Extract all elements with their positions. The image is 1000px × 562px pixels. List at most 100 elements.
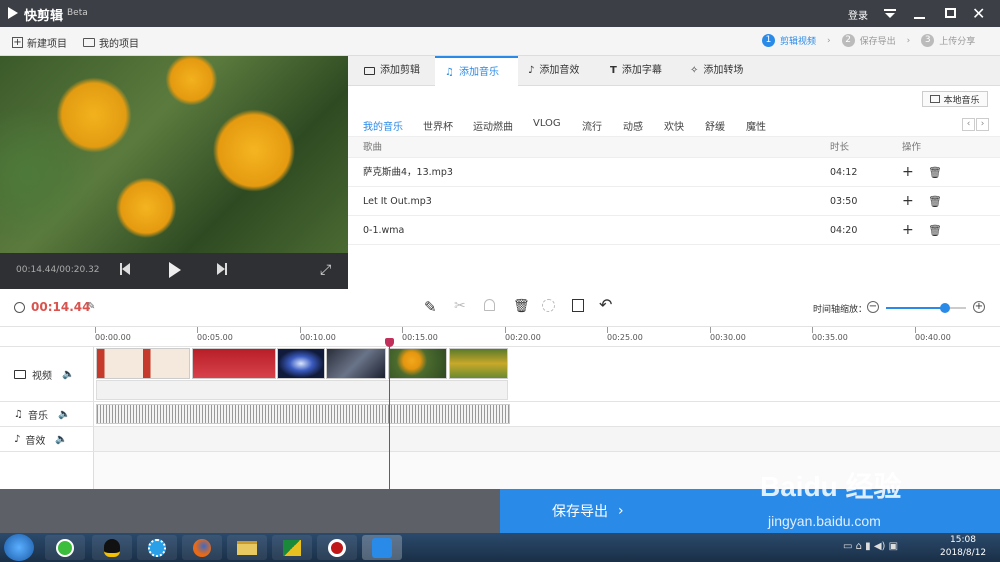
ruler-tick: 00:35.00	[812, 333, 848, 342]
category-prev-icon[interactable]: ‹	[962, 118, 975, 131]
taskbar-app-icon[interactable]	[272, 535, 312, 560]
text-icon: T	[610, 65, 617, 76]
tab-label: 添加剪辑	[380, 65, 420, 76]
category-sports[interactable]: 运动燃曲	[473, 118, 513, 133]
video-clip[interactable]	[277, 348, 325, 379]
edit-toolbar: 00:14.44 ✎ ✎ ✂ 🗑 ↶ 时间轴缩放： − +	[0, 289, 1000, 327]
taskbar-qq-icon[interactable]	[92, 535, 132, 560]
taskbar-explorer-icon[interactable]	[227, 535, 267, 560]
clip-audio-strip	[96, 380, 508, 400]
timeline-ruler[interactable]: 00:00.00 00:05.00 00:10.00 00:15.00 00:2…	[0, 327, 1000, 347]
taskbar-date: 2018/8/12	[940, 548, 987, 558]
new-project-button[interactable]: + 新建项目	[12, 35, 67, 50]
next-frame-icon[interactable]	[217, 263, 228, 275]
tab-label: 添加音乐	[458, 66, 499, 78]
zoom-out-icon[interactable]: −	[867, 301, 879, 313]
video-frame	[0, 56, 348, 253]
login-link[interactable]: 登录	[848, 7, 868, 22]
category-dynamic[interactable]: 动感	[623, 118, 643, 133]
video-track	[94, 347, 1000, 402]
category-next-icon[interactable]: ›	[976, 118, 989, 131]
close-icon[interactable]: ✕	[972, 4, 985, 23]
step-1-badge: 1	[762, 34, 775, 47]
video-clip[interactable]	[326, 348, 386, 379]
tab-add-clip[interactable]: 添加剪辑	[354, 56, 430, 86]
fullscreen-icon[interactable]: ⤢	[320, 262, 331, 278]
app-logo-icon	[8, 7, 18, 19]
category-quirky[interactable]: 魔性	[746, 118, 766, 133]
add-icon[interactable]: +	[902, 187, 914, 216]
tab-add-transition[interactable]: ✧ 添加转场	[680, 56, 753, 86]
maximize-icon[interactable]	[945, 8, 956, 18]
tab-add-subtitle[interactable]: T 添加字幕	[600, 56, 672, 86]
video-clip[interactable]	[96, 348, 190, 379]
ruler-tick: 00:25.00	[607, 333, 643, 342]
table-row[interactable]: 萨克斯曲4，13.mp3 04:12 + 🗑	[348, 158, 1000, 187]
trash-icon[interactable]: 🗑	[513, 299, 530, 314]
playhead[interactable]	[385, 338, 394, 489]
beta-badge: Beta	[67, 8, 88, 18]
zoom-slider-thumb[interactable]	[940, 303, 950, 313]
track-headers: 视频 🔈 ♫ 音乐 🔈 ♪ 音效 🔈	[0, 347, 94, 489]
scissors-icon[interactable]: ✂	[454, 298, 466, 314]
add-icon[interactable]: +	[902, 216, 914, 245]
ruler-tick: 00:05.00	[197, 333, 233, 342]
taskbar-media-icon[interactable]	[137, 535, 177, 560]
minimize-icon[interactable]	[914, 17, 925, 19]
step-2-label: 保存导出	[859, 37, 896, 47]
tab-add-music[interactable]: ♫ 添加音乐	[435, 56, 518, 87]
zoom-slider[interactable]	[886, 303, 966, 313]
menu-dropdown-icon[interactable]	[884, 9, 896, 18]
my-projects-button[interactable]: 我的项目	[83, 35, 139, 50]
step-3-badge: 3	[921, 34, 935, 47]
video-clip[interactable]	[388, 348, 447, 379]
local-music-button[interactable]: 本地音乐	[922, 91, 988, 107]
tab-add-sound-effect[interactable]: ♪ 添加音效	[518, 56, 589, 86]
taskbar-record-icon[interactable]	[317, 535, 357, 560]
speaker-icon[interactable]: 🔈	[55, 434, 67, 445]
delete-icon[interactable]: 🗑	[928, 216, 942, 245]
app-title: 快剪辑	[24, 9, 64, 24]
start-button[interactable]	[4, 534, 34, 561]
taskbar-360-browser-icon[interactable]	[45, 535, 85, 560]
folder-icon	[83, 38, 95, 47]
zoom-label: 时间轴缩放：	[813, 305, 868, 315]
tray-icons[interactable]: ▭ ⌂ ▮ ◀) ▣	[843, 541, 898, 552]
taskbar-kuaijianji-icon[interactable]	[362, 535, 402, 560]
bell-icon[interactable]	[484, 299, 495, 311]
speaker-icon[interactable]: 🔈	[62, 369, 74, 380]
category-soothing[interactable]: 舒缓	[705, 118, 725, 133]
playhead-handle[interactable]	[385, 338, 394, 347]
sfx-track-header: ♪ 音效 🔈	[0, 427, 94, 452]
edit-time-icon[interactable]: ✎	[87, 301, 95, 312]
delete-icon[interactable]: 🗑	[928, 158, 942, 187]
category-vlog[interactable]: VLOG	[533, 118, 561, 129]
previous-frame-icon[interactable]	[120, 263, 131, 275]
delete-icon[interactable]: 🗑	[928, 187, 942, 216]
zoom-in-icon[interactable]: +	[973, 301, 985, 313]
video-clip[interactable]	[192, 348, 276, 379]
undo-icon[interactable]: ↶	[599, 295, 612, 314]
speaker-icon[interactable]: 🔈	[58, 409, 70, 420]
category-cheerful[interactable]: 欢快	[664, 118, 684, 133]
song-column-header: 歌曲	[363, 142, 383, 153]
taskbar-firefox-icon[interactable]	[182, 535, 222, 560]
category-my-music[interactable]: 我的音乐	[363, 118, 403, 133]
windows-taskbar: ▭ ⌂ ▮ ◀) ▣ 15:08 2018/8/12	[0, 533, 1000, 562]
video-clip[interactable]	[449, 348, 508, 379]
copy-icon[interactable]	[572, 299, 584, 312]
folder-music-icon	[930, 95, 941, 103]
step-2-badge: 2	[841, 34, 855, 47]
ruler-tick: 00:10.00	[300, 333, 336, 342]
category-pop[interactable]: 流行	[582, 118, 602, 133]
watermark-url: jingyan.baidu.com	[768, 513, 881, 529]
play-icon[interactable]	[169, 262, 181, 278]
add-icon[interactable]: +	[902, 158, 914, 187]
taskbar-time: 15:08	[950, 535, 976, 545]
category-world-cup[interactable]: 世界杯	[423, 118, 453, 133]
crop-icon[interactable]	[542, 299, 555, 312]
table-row[interactable]: Let It Out.mp3 03:50 + 🗑	[348, 187, 1000, 216]
table-row[interactable]: 0-1.wma 04:20 + 🗑	[348, 216, 1000, 245]
music-waveform-clip[interactable]	[96, 404, 510, 424]
pencil-icon[interactable]: ✎	[424, 298, 437, 316]
